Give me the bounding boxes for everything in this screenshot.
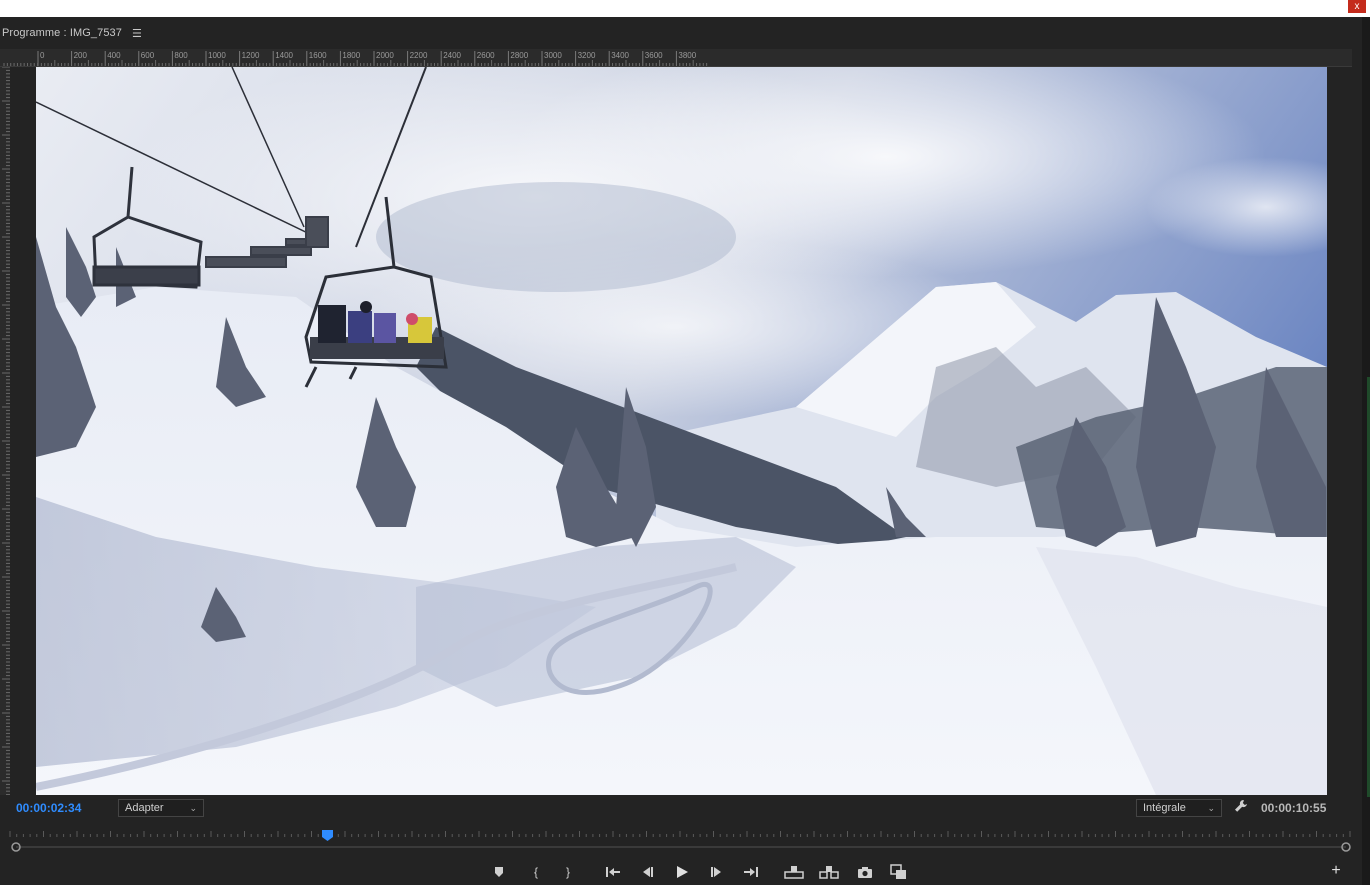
compare-icon [890,864,906,879]
mark-in-icon: { [533,865,538,879]
ruler-label: 3600 [645,51,663,60]
ski-scene-image [36,67,1327,795]
video-frame[interactable] [36,67,1327,795]
program-monitor-window: x Programme : IMG_7537 ☰ 0 200 400 600 800 10… [0,0,1370,885]
go-to-out-button[interactable] [740,862,762,882]
ruler-label: 2800 [510,51,528,60]
step-forward-icon [711,867,721,877]
playhead-handle[interactable] [321,828,333,841]
export-frame-button[interactable] [854,862,876,882]
camera-icon [858,866,872,878]
lift-button[interactable] [783,862,805,882]
mark-in-button[interactable]: { [525,862,547,882]
panel-header: Programme : IMG_7537 ☰ [0,17,1362,49]
go-to-in-button[interactable] [602,862,624,882]
transport-controls: { } + [0,858,1362,885]
resolution-dropdown[interactable]: Intégrale ⌄ [1136,799,1222,817]
ruler-label: 800 [174,51,188,60]
ruler-label: 1400 [275,51,293,60]
play-icon [677,866,688,878]
ruler-label: 2000 [376,51,394,60]
mark-out-button[interactable]: } [557,862,579,882]
ruler-ticks: 0 200 400 600 800 1000 1200 1400 1600 1800 2000 220… [3,51,708,66]
add-button[interactable]: + [1327,862,1345,880]
ruler-label: 2200 [410,51,428,60]
close-button[interactable]: x [1348,0,1366,13]
add-marker-button[interactable] [488,862,510,882]
step-back-icon [643,867,653,877]
window-right-edge [1362,17,1370,885]
mark-out-icon: } [565,865,570,879]
timeline-scrubber[interactable] [0,823,1362,853]
extract-button[interactable] [818,862,840,882]
ruler-label: 1800 [342,51,360,60]
ruler-label: 2600 [477,51,495,60]
window-top-bar: x [0,0,1370,17]
ruler-label: 3000 [544,51,562,60]
vertical-ruler [0,66,10,796]
hamburger-icon[interactable]: ☰ [132,27,142,40]
marker-icon [495,867,503,877]
ruler-label: 2400 [443,51,461,60]
zoom-dropdown-value: Adapter [125,802,164,814]
ruler-label: 3200 [578,51,596,60]
wrench-icon[interactable] [1234,799,1248,816]
chevron-down-icon: ⌄ [189,802,197,813]
ruler-label: 200 [74,51,88,60]
panel-title: Programme : IMG_7537 [2,27,122,39]
compare-view-button[interactable] [888,862,910,882]
lift-icon [784,866,804,879]
monitor-controls: 00:00:02:34 Adapter ⌄ Intégrale ⌄ 00:00:… [0,795,1362,821]
ruler-label: 1600 [309,51,327,60]
horizontal-ruler: 0 200 400 600 800 1000 1200 1400 1600 1800 2000 220… [0,49,1352,67]
ruler-label: 3800 [678,51,696,60]
play-button[interactable] [671,862,693,882]
ruler-label: 1000 [208,51,226,60]
extract-icon [819,866,839,879]
total-duration-timecode: 00:00:10:55 [1261,801,1327,815]
ruler-label: 3400 [611,51,629,60]
step-forward-button[interactable] [706,862,728,882]
resolution-dropdown-value: Intégrale [1143,802,1186,814]
step-back-button[interactable] [636,862,658,882]
chevron-down-icon: ⌄ [1207,802,1215,813]
go-to-out-icon [744,867,758,877]
ruler-label: 0 [40,51,45,60]
ruler-label: 1200 [242,51,260,60]
ruler-label: 600 [141,51,155,60]
go-to-in-icon [606,867,620,877]
current-timecode[interactable]: 00:00:02:34 [16,801,81,815]
ruler-label: 400 [107,51,121,60]
zoom-dropdown[interactable]: Adapter ⌄ [118,799,204,817]
